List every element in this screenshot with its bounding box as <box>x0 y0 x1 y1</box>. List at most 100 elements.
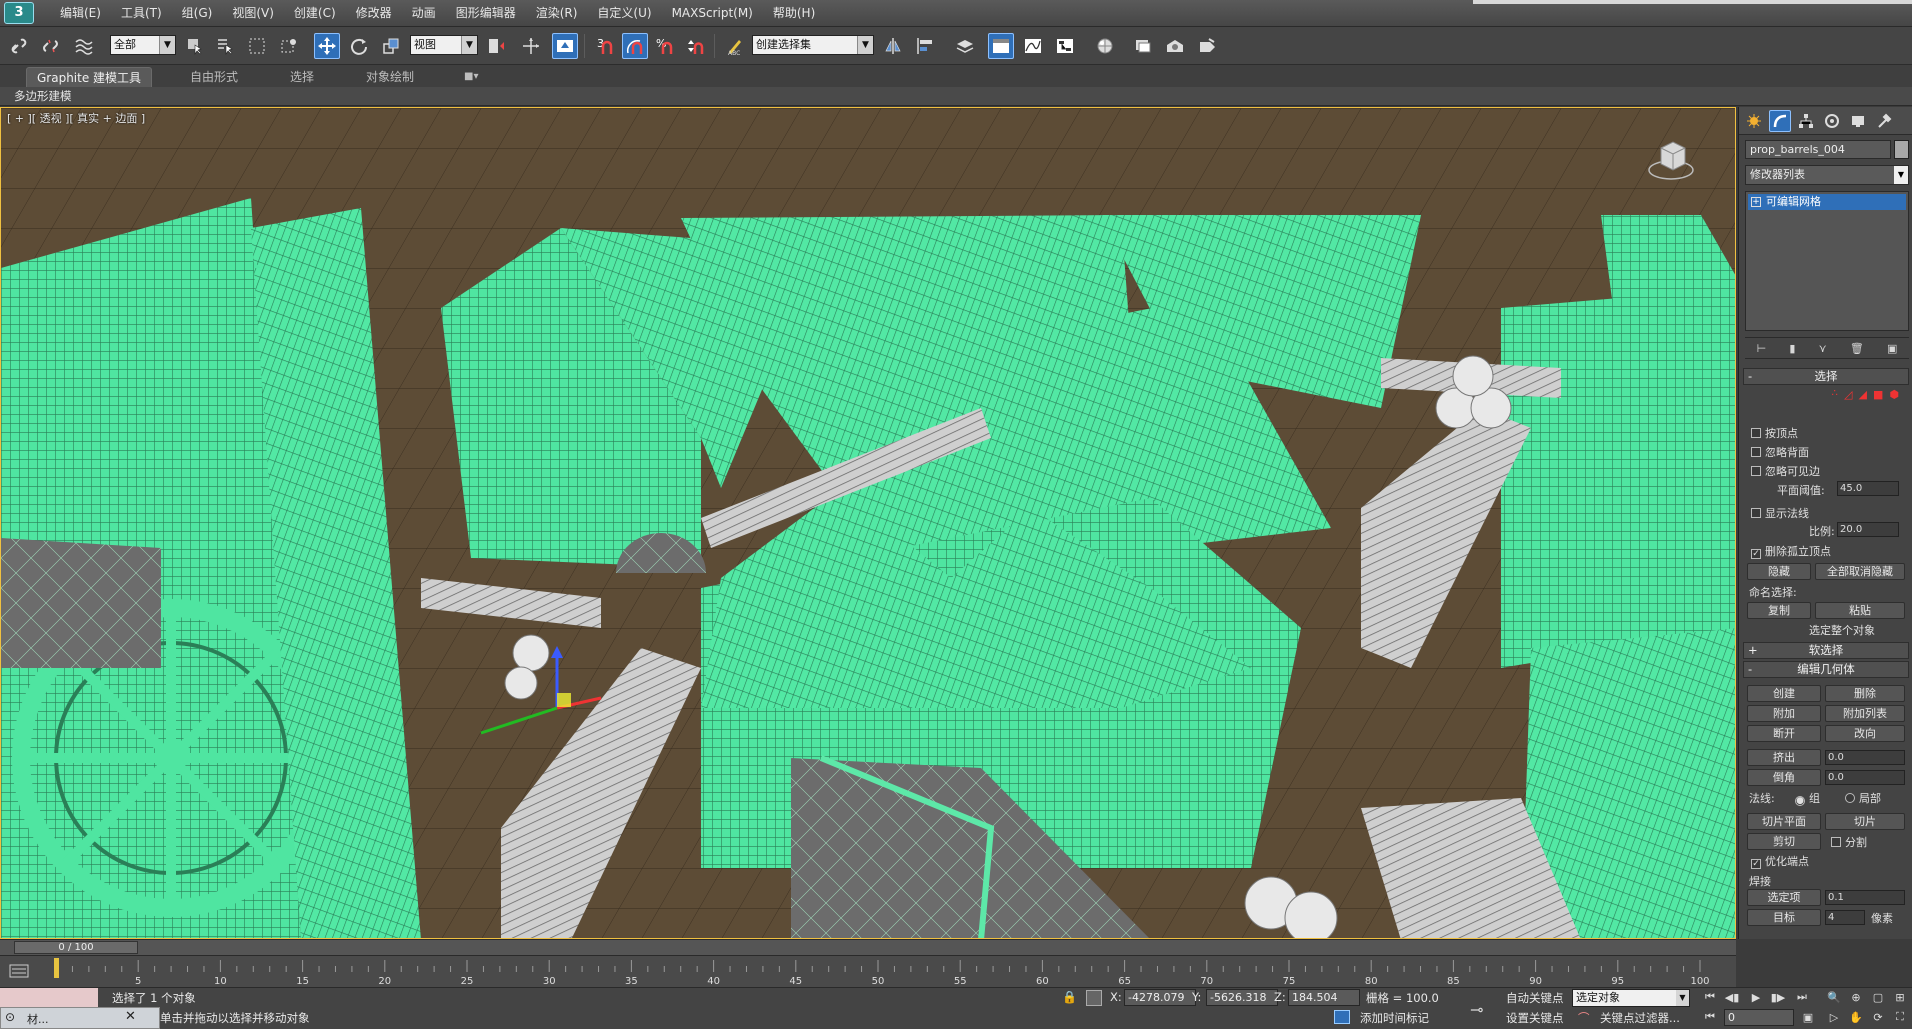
time-slider[interactable]: 0 / 100 <box>0 939 1736 955</box>
close-icon[interactable]: ✕ <box>125 1009 136 1024</box>
create-tab-icon[interactable] <box>1743 110 1765 132</box>
menu-group[interactable]: 组(G) <box>172 0 223 27</box>
tab-freeform[interactable]: 自由形式 <box>180 67 248 87</box>
weld-target-spinner[interactable]: 4 <box>1825 910 1865 925</box>
edge-level-icon[interactable]: ◿ <box>1844 388 1852 404</box>
named-selection-set-dropdown[interactable]: 创建选择集 ▼ <box>752 35 874 55</box>
key-filters-button[interactable]: 关键点过滤器... <box>1600 1010 1680 1026</box>
menu-rendering[interactable]: 渲染(R) <box>526 0 588 27</box>
z-coordinate-field[interactable]: 184.504 <box>1288 989 1360 1006</box>
key-icon[interactable]: ⊸ <box>1470 1000 1483 1019</box>
pan-icon[interactable]: ✋ <box>1846 1008 1866 1026</box>
menu-graph-editors[interactable]: 图形编辑器 <box>446 0 526 27</box>
cut-button[interactable]: 剪切 <box>1747 833 1821 850</box>
normal-group-radio[interactable]: ● 组 <box>1795 790 1820 806</box>
object-name-field[interactable]: prop_barrels_004 <box>1745 140 1891 159</box>
auto-key-button[interactable]: 自动关键点 <box>1506 990 1564 1006</box>
play-icon[interactable]: ▶ <box>1746 988 1766 1006</box>
slice-button[interactable]: 切片 <box>1825 813 1905 830</box>
pin-stack-icon[interactable]: ⊢ <box>1757 342 1767 355</box>
rect-selection-region-icon[interactable] <box>244 33 270 59</box>
menu-customize[interactable]: 自定义(U) <box>587 0 661 27</box>
ribbon-options-icon[interactable]: ■▾ <box>454 67 488 87</box>
keyboard-shortcut-override-icon[interactable] <box>552 33 578 59</box>
x-coordinate-field[interactable]: -4278.079 <box>1124 989 1196 1006</box>
menu-views[interactable]: 视图(V) <box>222 0 284 27</box>
goto-end-icon[interactable]: ⏭ <box>1792 988 1812 1006</box>
display-tab-icon[interactable] <box>1847 110 1869 132</box>
hierarchy-tab-icon[interactable] <box>1795 110 1817 132</box>
slice-plane-button[interactable]: 切片平面 <box>1747 813 1821 830</box>
normal-local-radio[interactable]: 局部 <box>1845 790 1881 806</box>
current-frame-field[interactable]: 0 <box>1724 1009 1794 1026</box>
render-production-icon[interactable] <box>1194 33 1220 59</box>
select-object-icon[interactable] <box>182 33 208 59</box>
viewport-label[interactable]: [ + ][ 透视 ][ 真实 + 边面 ] <box>7 110 145 126</box>
attach-button[interactable]: 附加 <box>1747 705 1821 722</box>
rendered-frame-window-icon[interactable] <box>1162 33 1188 59</box>
tab-graphite-modeling[interactable]: Graphite 建模工具 <box>26 67 153 87</box>
select-and-rotate-icon[interactable] <box>346 33 372 59</box>
window-crossing-icon[interactable] <box>276 33 302 59</box>
curve-editor-icon[interactable] <box>1020 33 1046 59</box>
unhide-all-button[interactable]: 全部取消隐藏 <box>1815 563 1905 580</box>
material-editor-icon[interactable] <box>1092 33 1118 59</box>
create-button[interactable]: 创建 <box>1747 685 1821 702</box>
perspective-viewport[interactable]: [ + ][ 透视 ][ 真实 + 边面 ] <box>0 107 1736 939</box>
select-and-scale-icon[interactable] <box>378 33 404 59</box>
goto-start-icon[interactable]: ⏮ <box>1700 988 1720 1006</box>
zoom-extents-all-icon[interactable]: ⊞ <box>1890 988 1910 1006</box>
delete-isolated-vertices-checkbox[interactable]: ✓ 删除孤立顶点 <box>1751 543 1831 559</box>
orbit-icon[interactable]: ⟳ <box>1868 1008 1888 1026</box>
time-slider-thumb[interactable]: 0 / 100 <box>14 941 138 954</box>
face-level-icon[interactable]: ◢ <box>1859 388 1867 404</box>
zoom-icon[interactable]: 🔍 <box>1824 988 1844 1006</box>
set-key-button[interactable]: 设置关键点 <box>1506 1010 1564 1026</box>
attach-list-button[interactable]: 附加列表 <box>1825 705 1905 722</box>
layer-manager-icon[interactable] <box>952 33 978 59</box>
key-mode-dropdown[interactable]: 选定对象 ▼ <box>1572 989 1690 1007</box>
chamfer-button[interactable]: 倒角 <box>1747 769 1821 786</box>
link-icon[interactable] <box>6 33 32 59</box>
menu-modifiers[interactable]: 修改器 <box>346 0 402 27</box>
polygon-level-icon[interactable]: ■ <box>1873 388 1883 404</box>
tab-object-paint[interactable]: 对象绘制 <box>356 67 424 87</box>
edit-geometry-rollout-header[interactable]: - 编辑几何体 <box>1743 661 1909 678</box>
key-mode-toggle-icon[interactable]: ⏮ <box>1700 1008 1720 1026</box>
field-of-view-icon[interactable]: ▷ <box>1824 1008 1844 1026</box>
extrude-spinner[interactable]: 0.0 <box>1825 750 1905 765</box>
graphite-toggle-icon[interactable] <box>988 33 1014 59</box>
add-time-tag-icon[interactable] <box>1334 1010 1350 1024</box>
normal-scale-spinner[interactable]: 20.0 <box>1837 522 1899 537</box>
track-bar[interactable]: 5 10 15 20 25 30 35 40 45 50 55 60 65 70 75 80 85 90 95 100 <box>0 955 1736 987</box>
hide-button[interactable]: 隐藏 <box>1747 563 1811 580</box>
motion-tab-icon[interactable] <box>1821 110 1843 132</box>
select-and-move-icon[interactable] <box>314 33 340 59</box>
current-time-marker[interactable] <box>54 958 59 978</box>
vertex-level-icon[interactable]: ∴ <box>1832 388 1838 404</box>
modify-tab-icon[interactable] <box>1769 110 1791 132</box>
zoom-all-icon[interactable]: ⊕ <box>1846 988 1866 1006</box>
by-vertex-checkbox[interactable]: 按顶点 <box>1751 425 1798 441</box>
app-logo-icon[interactable]: 3 <box>4 2 34 24</box>
y-coordinate-field[interactable]: -5626.318 <box>1206 989 1278 1006</box>
stack-item-editable-mesh[interactable]: + 可编辑网格 <box>1748 194 1906 210</box>
menu-help[interactable]: 帮助(H) <box>763 0 825 27</box>
utilities-tab-icon[interactable] <box>1873 110 1895 132</box>
configure-sets-icon[interactable]: ▣ <box>1887 342 1897 355</box>
selection-lock-icon[interactable]: 🔒 <box>1062 990 1077 1004</box>
show-normals-checkbox[interactable]: 显示法线 <box>1751 505 1809 521</box>
polygon-modeling-label[interactable]: 多边形建模 <box>14 87 72 106</box>
object-color-swatch[interactable] <box>1894 140 1909 159</box>
reference-coord-dropdown[interactable]: 视图 ▼ <box>410 35 478 55</box>
ignore-backfacing-checkbox[interactable]: 忽略背面 <box>1751 444 1809 460</box>
pivot-center-icon[interactable] <box>482 33 508 59</box>
copy-button[interactable]: 复制 <box>1747 602 1811 619</box>
turn-button[interactable]: 改向 <box>1825 725 1905 742</box>
minimized-window[interactable]: ⊙ 材... ✕ <box>0 1007 160 1029</box>
chamfer-spinner[interactable]: 0.0 <box>1825 770 1905 785</box>
selection-rollout-header[interactable]: - 选择 <box>1743 368 1909 385</box>
weld-selected-button[interactable]: 选定项 <box>1747 889 1821 906</box>
edit-named-selection-icon[interactable]: ABC <box>722 33 748 59</box>
planar-threshold-spinner[interactable]: 45.0 <box>1837 481 1899 496</box>
